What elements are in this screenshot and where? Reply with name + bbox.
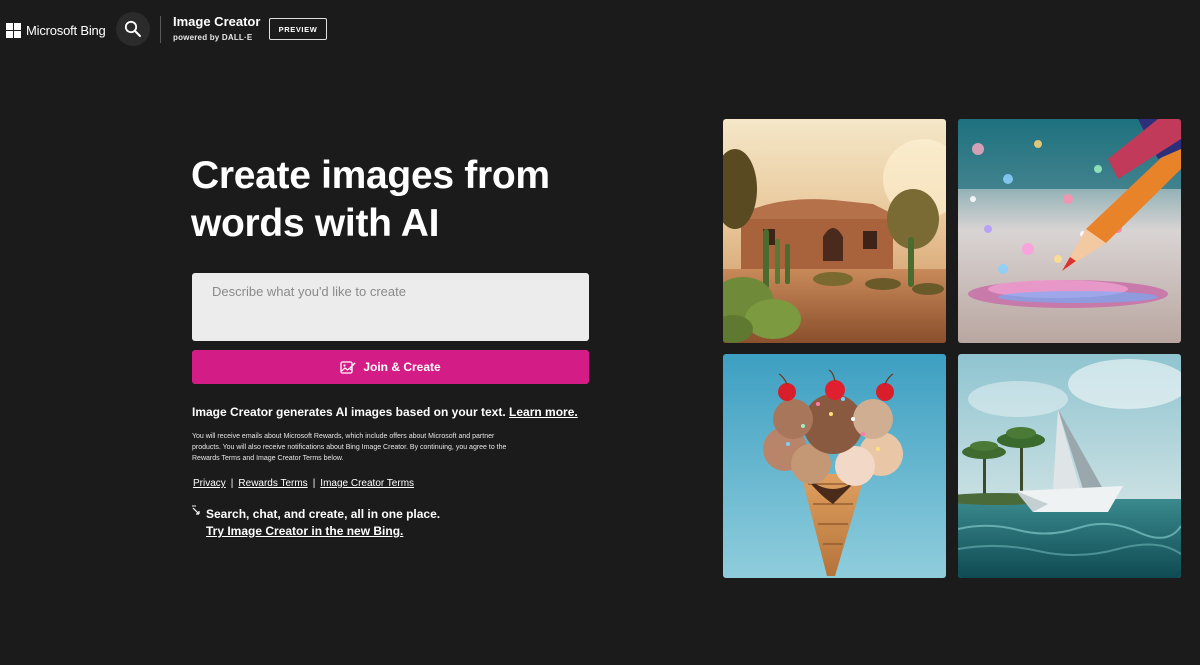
sparkle-arrow-icon [192,505,200,515]
preview-badge: PREVIEW [269,18,327,40]
promo-text: Search, chat, and create, all in one pla… [206,507,441,521]
hero-title-line1: Create images from [191,154,550,197]
header-divider [160,16,161,43]
legal-links: Privacy | Rewards Terms | Image Creator … [193,478,414,489]
link-separator: | [230,478,234,489]
info-description: Image Creator generates AI images based … [192,405,506,419]
search-icon [124,20,141,37]
paper-boat-image[interactable] [958,354,1181,578]
top-header: Microsoft Bing Image Creator powered by … [0,0,1200,60]
image-create-icon [340,360,356,374]
link-separator: | [312,478,316,489]
info-text: Image Creator generates AI images based … [192,405,578,419]
microsoft-bing-logo[interactable]: Microsoft Bing [6,20,106,40]
image-creator-terms-link[interactable]: Image Creator Terms [320,478,414,489]
microsoft-logo-icon [6,22,21,38]
rewards-fine-print: You will receive emails about Microsoft … [192,433,507,462]
ice-cream-cone-image[interactable] [723,354,946,578]
pencil-sparkles-image[interactable] [958,119,1181,343]
desert-house-image[interactable] [723,119,946,343]
learn-more-link[interactable]: Learn more. [509,405,578,419]
app-subtitle: powered by DALL·E [173,33,253,42]
hero-title: Create images from words with AI [191,152,611,248]
hero-title-line2: words with AI [191,202,440,245]
join-create-button[interactable]: Join & Create [192,350,589,384]
rewards-terms-link[interactable]: Rewards Terms [238,478,307,489]
search-button[interactable] [116,12,150,46]
prompt-input[interactable] [192,273,589,341]
join-create-label: Join & Create [363,360,441,374]
app-title[interactable]: Image Creator [173,14,260,29]
brand-name: Microsoft Bing [26,22,106,38]
try-new-bing-link[interactable]: Try Image Creator in the new Bing. [206,524,403,538]
privacy-link[interactable]: Privacy [193,478,226,489]
